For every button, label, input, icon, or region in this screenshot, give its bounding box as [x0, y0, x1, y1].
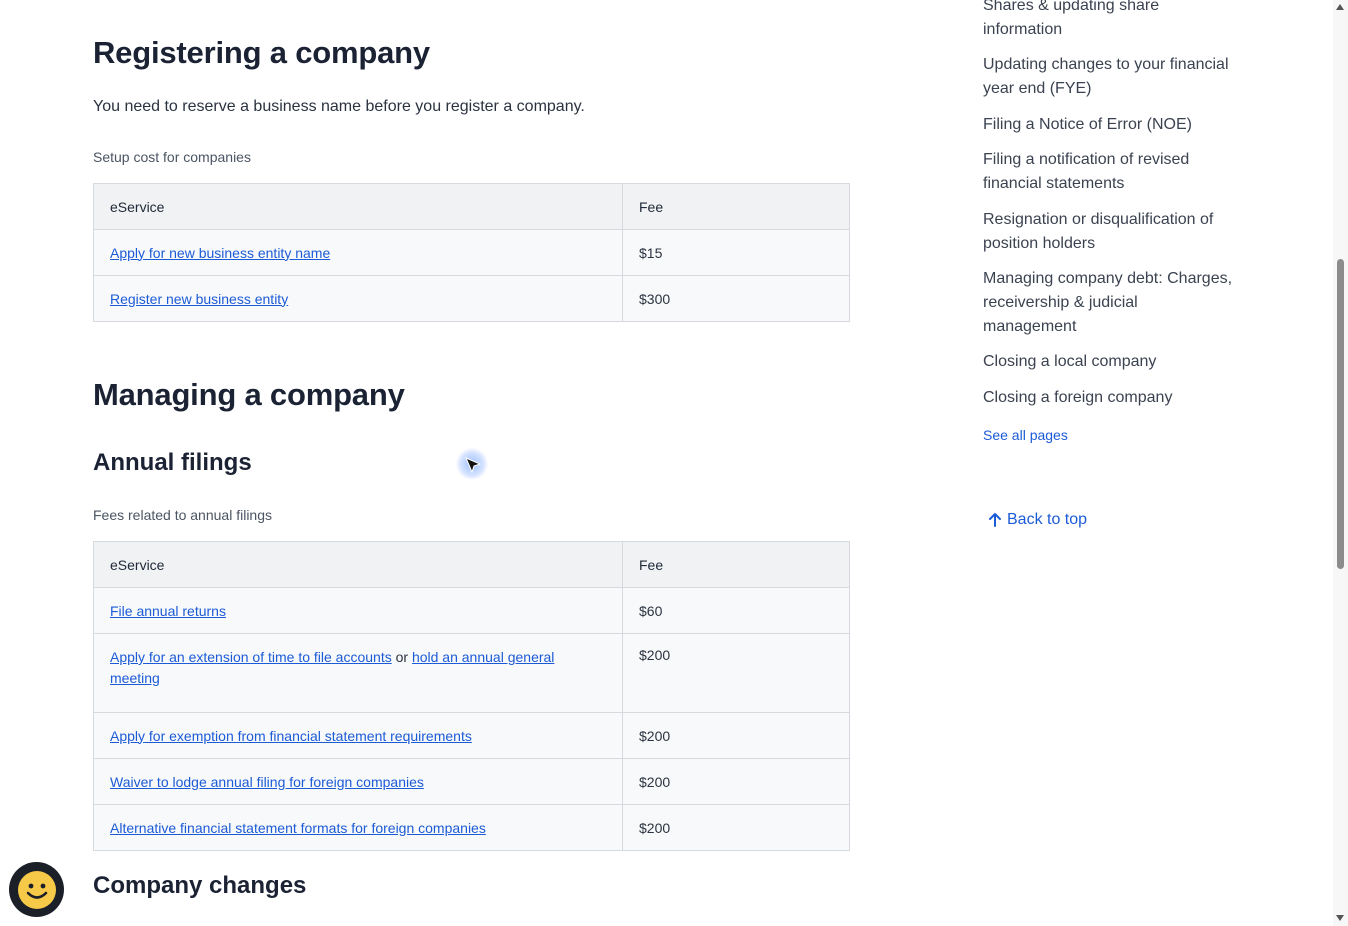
column-header-eservice: eService [93, 183, 623, 230]
column-header-eservice: eService [93, 541, 623, 588]
service-cell: Apply for exemption from financial state… [93, 712, 623, 759]
registering-intro: You need to reserve a business name befo… [93, 98, 585, 115]
apply-business-name-link[interactable]: Apply for new business entity name [110, 245, 330, 261]
table-row: Register new business entity $300 [93, 275, 850, 322]
sidebar-item-closing-local[interactable]: Closing a local company [983, 350, 1235, 374]
sidebar-item-company-debt[interactable]: Managing company debt: Charges, receiver… [983, 267, 1235, 339]
back-to-top-label: Back to top [1007, 511, 1088, 528]
annual-filings-title: Annual filings [93, 449, 252, 476]
company-changes-title: Company changes [93, 872, 307, 899]
setup-cost-caption: Setup cost for companies [93, 149, 251, 165]
column-header-fee: Fee [622, 541, 850, 588]
fee-cell: $300 [622, 275, 850, 322]
fee-cell: $200 [622, 758, 850, 805]
scroll-up-icon[interactable] [1336, 4, 1344, 10]
or-connector: or [395, 649, 409, 665]
sidebar-item-fye[interactable]: Updating changes to your financial year … [983, 53, 1235, 101]
feedback-button[interactable] [9, 862, 64, 917]
service-cell: Apply for an extension of time to file a… [93, 633, 623, 713]
annual-filings-table: eService Fee File annual returns $60 App… [93, 541, 850, 851]
table-row: Apply for new business entity name $15 [93, 229, 850, 276]
sidebar-item-revised-statements[interactable]: Filing a notification of revised financi… [983, 148, 1235, 196]
cursor-icon [465, 457, 482, 478]
table-header-row: eService Fee [93, 183, 850, 230]
extension-of-time-link[interactable]: Apply for an extension of time to file a… [110, 649, 392, 665]
service-cell: Alternative financial statement formats … [93, 804, 623, 851]
service-cell: Apply for new business entity name [93, 229, 623, 276]
page: Registering a company You need to reserv… [0, 0, 1348, 926]
alternative-formats-link[interactable]: Alternative financial statement formats … [110, 820, 486, 836]
table-row: Waiver to lodge annual filing for foreig… [93, 758, 850, 805]
sidebar-item-closing-foreign[interactable]: Closing a foreign company [983, 386, 1235, 410]
table-header-row: eService Fee [93, 541, 850, 588]
column-header-fee: Fee [622, 183, 850, 230]
scroll-thumb[interactable] [1337, 259, 1344, 569]
fee-cell: $200 [622, 804, 850, 851]
sidebar-item-noe[interactable]: Filing a Notice of Error (NOE) [983, 113, 1235, 137]
cursor-highlight [456, 448, 488, 480]
managing-title: Managing a company [93, 377, 405, 412]
register-business-entity-link[interactable]: Register new business entity [110, 291, 288, 307]
fee-cell: $60 [622, 587, 850, 634]
sidebar-item-shares[interactable]: Shares & updating share information [983, 0, 1235, 42]
table-row: Apply for an extension of time to file a… [93, 633, 850, 713]
smiley-icon [17, 870, 57, 910]
fee-cell: $200 [622, 633, 850, 713]
table-row: File annual returns $60 [93, 587, 850, 634]
table-row: Alternative financial statement formats … [93, 804, 850, 851]
scroll-down-icon[interactable] [1336, 915, 1344, 921]
exemption-financial-statement-link[interactable]: Apply for exemption from financial state… [110, 728, 472, 744]
fee-cell: $15 [622, 229, 850, 276]
service-cell: File annual returns [93, 587, 623, 634]
annual-filings-caption: Fees related to annual filings [93, 507, 272, 523]
vertical-scrollbar[interactable] [1333, 0, 1348, 926]
arrow-up-icon [987, 512, 1003, 528]
service-cell: Waiver to lodge annual filing for foreig… [93, 758, 623, 805]
see-all-pages-link[interactable]: See all pages [983, 427, 1068, 443]
fee-cell: $200 [622, 712, 850, 759]
sidebar-item-resignation[interactable]: Resignation or disqualification of posit… [983, 208, 1235, 256]
waiver-annual-filing-link[interactable]: Waiver to lodge annual filing for foreig… [110, 774, 424, 790]
setup-cost-table: eService Fee Apply for new business enti… [93, 183, 850, 322]
back-to-top-link[interactable]: Back to top [987, 511, 1087, 529]
service-cell: Register new business entity [93, 275, 623, 322]
file-annual-returns-link[interactable]: File annual returns [110, 603, 226, 619]
registering-title: Registering a company [93, 35, 430, 70]
table-row: Apply for exemption from financial state… [93, 712, 850, 759]
